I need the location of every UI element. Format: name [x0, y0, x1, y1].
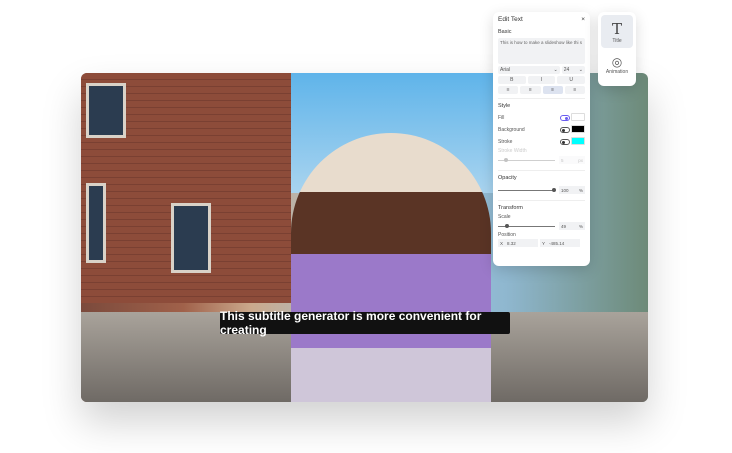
align-left-icon[interactable]: ≡	[498, 86, 519, 94]
style-heading: Style	[498, 103, 511, 109]
animation-circles-icon: ◎	[611, 54, 623, 69]
basic-heading: Basic	[498, 29, 512, 35]
text-input[interactable]: This is how to make a slideshow like thi…	[498, 38, 585, 64]
position-x-input[interactable]: X 8.32	[498, 239, 538, 247]
transform-heading: Transform	[498, 205, 523, 211]
scale-input[interactable]: 49%	[559, 222, 585, 230]
position-label: Position	[498, 232, 516, 238]
background-toggle[interactable]	[559, 127, 570, 133]
italic-button[interactable]: I	[527, 76, 556, 84]
opacity-input[interactable]: 100%	[559, 186, 585, 194]
edit-text-panel: Edit Text × Basic This is how to make a s…	[493, 12, 590, 266]
text-t-icon: T	[611, 19, 622, 38]
align-center-icon[interactable]: ≡	[542, 86, 563, 94]
tool-sidebar: T Title ◎ Animation	[598, 12, 636, 86]
underline-button[interactable]: U	[557, 76, 586, 84]
panel-title: Edit Text	[498, 16, 523, 23]
fill-label: Fill	[498, 115, 505, 121]
building	[81, 73, 291, 303]
justify-icon[interactable]: ≡	[564, 86, 585, 94]
font-select[interactable]: Arial ⌄	[498, 66, 560, 74]
opacity-heading: Opacity	[498, 175, 517, 181]
fill-toggle[interactable]	[559, 115, 570, 121]
person	[291, 133, 491, 402]
stroke-color-swatch[interactable]	[571, 137, 585, 145]
opacity-slider[interactable]	[498, 187, 557, 192]
stroke-toggle[interactable]	[559, 139, 570, 145]
close-icon[interactable]: ×	[581, 16, 585, 23]
align-right-icon[interactable]: ≡	[520, 86, 541, 94]
title-tool-button[interactable]: T Title	[601, 15, 633, 48]
stroke-label: Stroke	[498, 139, 513, 145]
background-label: Background	[498, 127, 525, 133]
position-y-input[interactable]: Y -485.14	[540, 239, 580, 247]
bold-button[interactable]: B	[498, 76, 526, 84]
fill-color-swatch[interactable]	[571, 113, 585, 121]
subtitle-text[interactable]: This subtitle generator is more convenie…	[220, 309, 510, 337]
size-select[interactable]: 24 ⌄	[561, 66, 585, 74]
stroke-width-slider[interactable]	[498, 157, 555, 162]
scale-slider[interactable]	[498, 223, 555, 228]
background-color-swatch[interactable]	[571, 125, 585, 133]
animation-tool-button[interactable]: ◎ Animation	[601, 48, 633, 81]
